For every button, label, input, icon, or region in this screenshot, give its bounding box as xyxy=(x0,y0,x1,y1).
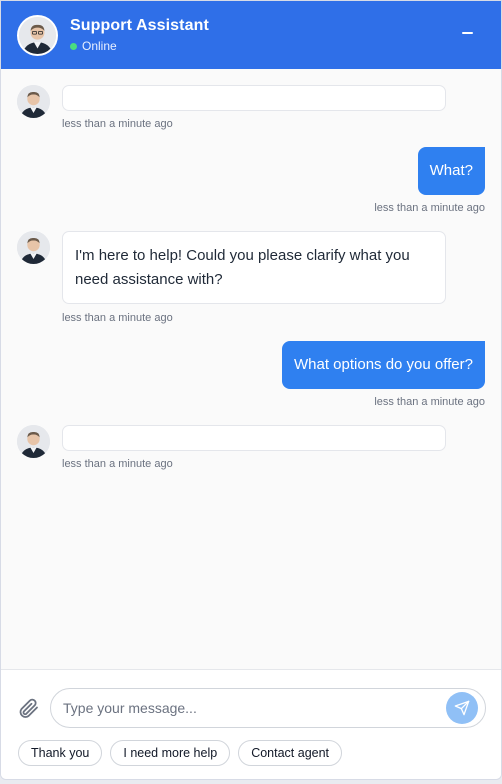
minimize-icon xyxy=(461,32,473,34)
message-timestamp: less than a minute ago xyxy=(62,118,173,130)
status-indicator: Online xyxy=(70,39,209,53)
message-timestamp: less than a minute ago xyxy=(374,202,485,214)
assistant-avatar xyxy=(17,14,58,56)
quick-reply-thank-you[interactable]: Thank you xyxy=(18,740,103,766)
message-timestamp: less than a minute ago xyxy=(62,458,173,470)
bot-avatar xyxy=(17,85,50,118)
status-text: Online xyxy=(82,39,117,53)
message-timestamp: less than a minute ago xyxy=(62,312,173,324)
bot-message-bubble xyxy=(62,85,446,111)
user-message-bubble: What? xyxy=(417,147,485,195)
bot-message-bubble xyxy=(62,425,446,451)
paperclip-icon xyxy=(19,698,38,718)
send-icon xyxy=(454,700,470,716)
bot-message-bubble: I'm here to help! Could you please clari… xyxy=(62,231,446,304)
quick-replies: Thank you I need more help Contact agent xyxy=(18,740,343,766)
message-input[interactable] xyxy=(50,688,486,728)
user-message-bubble: What options do you offer? xyxy=(281,341,485,389)
chat-widget: Support Assistant Online less than a min… xyxy=(0,0,502,780)
message-timestamp: less than a minute ago xyxy=(374,396,485,408)
minimize-button[interactable] xyxy=(457,23,477,43)
header-title: Support Assistant xyxy=(70,17,209,34)
attach-button[interactable] xyxy=(16,696,40,720)
message-list: less than a minute ago What? less than a… xyxy=(1,69,501,669)
send-button[interactable] xyxy=(446,692,478,724)
composer: Thank you I need more help Contact agent xyxy=(1,669,501,779)
chat-header: Support Assistant Online xyxy=(1,1,501,69)
bot-avatar xyxy=(17,425,50,458)
online-dot-icon xyxy=(70,42,77,50)
quick-reply-contact-agent[interactable]: Contact agent xyxy=(238,740,343,766)
bot-avatar xyxy=(17,231,50,264)
quick-reply-more-help[interactable]: I need more help xyxy=(110,740,231,766)
